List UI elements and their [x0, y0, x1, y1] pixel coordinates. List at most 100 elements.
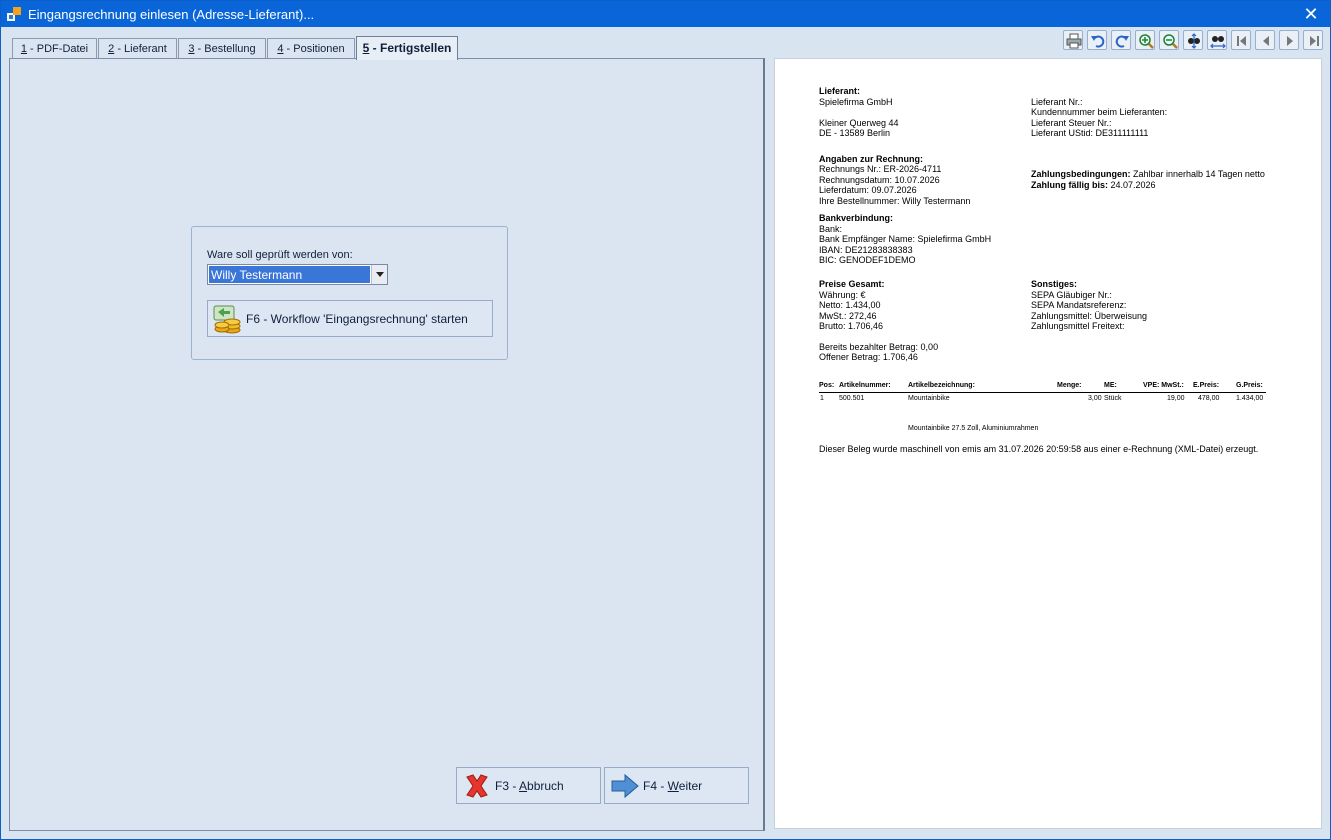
invoice-heading: Angaben zur Rechnung:: [819, 154, 923, 164]
zoom-in-icon: [1139, 34, 1154, 49]
payment-due-label: Zahlung fällig bis:: [1031, 180, 1108, 190]
checker-select[interactable]: Willy Testermann: [207, 264, 388, 285]
row-total-price: 1.434,00: [1236, 395, 1264, 402]
fit-height-icon: [1188, 33, 1200, 49]
row-article-description: Mountainbike: [908, 395, 950, 402]
tab-positionen[interactable]: 4 - Positionen: [267, 38, 355, 59]
next-button[interactable]: F4 - Weiter: [604, 767, 749, 804]
tab-pdf-datei[interactable]: 1 - PDF-Datei: [12, 38, 97, 59]
tab-label: - PDF-Datei: [27, 43, 89, 55]
check-label: Ware soll geprüft werden von:: [207, 249, 353, 261]
tab-bestellung[interactable]: 3 - Bestellung: [178, 38, 266, 59]
last-page-icon: [1310, 36, 1319, 46]
row-unit-price: 478,00: [1198, 395, 1220, 402]
tab-label: - Positionen: [283, 43, 345, 55]
cancel-key: A: [519, 779, 528, 793]
gross-amount: Brutto: 1.706,46: [819, 321, 884, 331]
main-window: Eingangsrechnung einlesen (Adresse-Liefe…: [0, 0, 1331, 840]
finish-panel: Ware soll geprüft werden von: Willy Test…: [9, 58, 765, 831]
last-page-button[interactable]: [1303, 30, 1323, 50]
open-amount: Offener Betrag: 1.706,46: [819, 352, 918, 362]
previous-page-button[interactable]: [1255, 30, 1275, 50]
bank-heading: Bankverbindung:: [819, 213, 894, 223]
fit-width-button[interactable]: [1207, 30, 1227, 50]
next-prefix: F4 -: [643, 779, 668, 793]
row-pos: 1: [820, 395, 824, 402]
col-unit-price: E.Preis:: [1193, 382, 1220, 389]
cancel-x-icon: [466, 774, 488, 798]
next-rest: eiter: [678, 779, 703, 793]
fit-width-icon: [1210, 36, 1226, 49]
table-divider: [819, 392, 1266, 393]
next-key: W: [667, 779, 679, 793]
net-amount: Netto: 1.434,00: [819, 300, 881, 310]
invoice-date: Rechnungsdatum: 10.07.2026: [819, 175, 940, 185]
tab-lieferant[interactable]: 2 - Lieferant: [98, 38, 177, 59]
col-unit: ME:: [1104, 382, 1117, 389]
col-total-price: G.Preis:: [1236, 382, 1263, 389]
zoom-out-button[interactable]: [1159, 30, 1179, 50]
first-page-icon: [1237, 36, 1246, 46]
customer-number: Kundennummer beim Lieferanten:: [1031, 107, 1168, 117]
prices-heading: Preise Gesamt:: [819, 279, 885, 289]
col-quantity: Menge:: [1057, 382, 1082, 389]
redo-icon: [1115, 35, 1129, 48]
payment-due: Zahlung fällig bis: 24.07.2026: [1031, 180, 1156, 190]
currency: Währung: €: [819, 290, 866, 300]
col-pos: Pos:: [819, 382, 835, 389]
payment-due-value: 24.07.2026: [1108, 180, 1156, 190]
row-quantity: 3,00: [1088, 395, 1102, 402]
payment-method: Zahlungsmittel: Überweisung: [1031, 311, 1148, 321]
col-article-number: Artikelnummer:: [839, 382, 891, 389]
undo-icon: [1091, 35, 1105, 48]
bank-recipient: Bank Empfänger Name: Spielefirma GmbH: [819, 234, 992, 244]
row-detail: Mountainbike 27.5 Zoll, Aluminiumrahmen: [908, 425, 1039, 432]
supplier-heading: Lieferant:: [819, 86, 861, 96]
col-article-description: Artikelbezeichnung:: [908, 382, 975, 389]
fit-height-button[interactable]: [1183, 30, 1203, 50]
app-icon: [7, 7, 21, 21]
payment-terms-value: Zahlbar innerhalb 14 Tagen netto: [1130, 169, 1265, 179]
order-number: Ihre Bestellnummer: Willy Testermann: [819, 196, 971, 206]
tab-label: - Lieferant: [114, 43, 167, 55]
first-page-button[interactable]: [1231, 30, 1251, 50]
paid-amount: Bereits bezahlter Betrag: 0,00: [819, 342, 939, 352]
invoice-number: Rechnungs Nr.: ER-2026-4711: [819, 164, 942, 174]
workflow-button-label: F6 - Workflow 'Eingangsrechnung' starten: [246, 312, 468, 326]
start-workflow-button[interactable]: F6 - Workflow 'Eingangsrechnung' starten: [207, 300, 493, 337]
title-bar[interactable]: Eingangsrechnung einlesen (Adresse-Liefe…: [1, 1, 1330, 27]
payment-terms-label: Zahlungsbedingungen:: [1031, 169, 1131, 179]
bank-name: Bank:: [819, 224, 843, 234]
rotate-left-button[interactable]: [1087, 30, 1107, 50]
supplier-city: DE - 13589 Berlin: [819, 128, 891, 138]
rotate-right-button[interactable]: [1111, 30, 1131, 50]
next-button-label: F4 - Weiter: [643, 779, 702, 793]
coins-icon: [213, 305, 241, 334]
invoice-preview[interactable]: Lieferant: Spielefirma GmbH Kleiner Quer…: [774, 58, 1322, 829]
supplier-name: Spielefirma GmbH: [819, 97, 893, 107]
tab-fertigstellen[interactable]: 5 - Fertigstellen: [356, 36, 458, 60]
iban: IBAN: DE21283838383: [819, 245, 913, 255]
row-unit: Stück: [1104, 395, 1122, 402]
supplier-number: Lieferant Nr.:: [1031, 97, 1083, 107]
cancel-button-label: F3 - Abbruch: [495, 779, 564, 793]
previous-page-icon: [1263, 36, 1269, 46]
cancel-rest: bbruch: [527, 779, 564, 793]
delivery-date: Lieferdatum: 09.07.2026: [819, 185, 917, 195]
zoom-in-button[interactable]: [1135, 30, 1155, 50]
payment-text: Zahlungsmittel Freitext:: [1031, 321, 1125, 331]
print-button[interactable]: [1063, 30, 1083, 50]
close-icon[interactable]: ✕: [1300, 3, 1322, 25]
sepa-creditor: SEPA Gläubiger Nr.:: [1031, 290, 1112, 300]
row-vat: 19,00: [1167, 395, 1185, 402]
zoom-out-icon: [1163, 34, 1178, 49]
tab-label: - Bestellung: [194, 43, 256, 55]
chevron-down-icon[interactable]: [371, 265, 387, 284]
cancel-button[interactable]: F3 - Abbruch: [456, 767, 601, 804]
col-vpe-vat: VPE: MwSt.:: [1143, 382, 1184, 389]
next-page-icon: [1287, 36, 1293, 46]
arrow-right-icon: [611, 773, 639, 799]
row-article-number: 500.501: [839, 395, 865, 402]
next-page-button[interactable]: [1279, 30, 1299, 50]
checker-select-value: Willy Testermann: [209, 266, 370, 283]
